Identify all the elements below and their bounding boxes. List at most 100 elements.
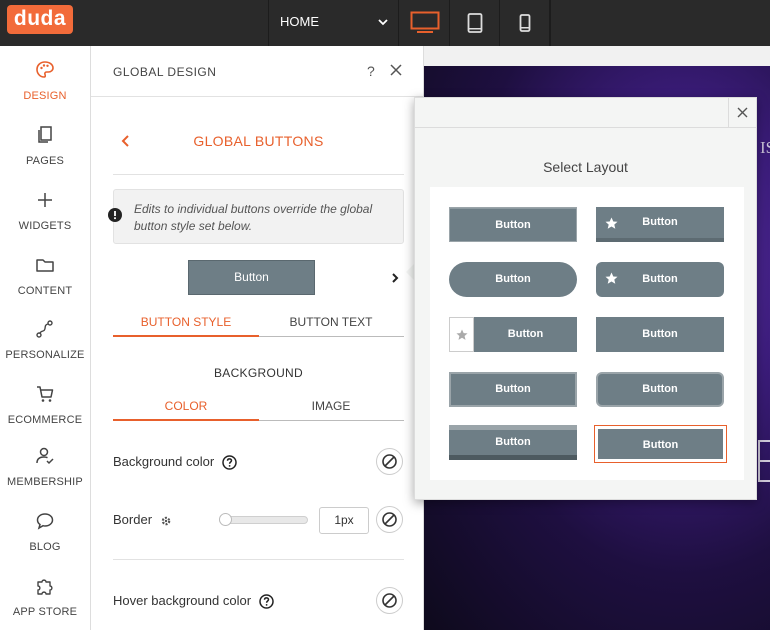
star-box [449,317,474,352]
panel-subheader: GLOBAL BUTTONS [113,98,404,175]
layout-option-label: Button [642,273,678,285]
nav-item-app-store[interactable]: APP STORE [0,570,90,630]
border-row: Border [113,512,172,527]
panel-title: GLOBAL DESIGN [113,65,217,79]
page-selector[interactable]: HOME [268,0,399,46]
hero-partial-text: IS [760,138,770,157]
close-icon[interactable] [390,64,402,76]
border-label: Border [113,512,153,527]
nav-item-design[interactable]: DESIGN [0,54,90,114]
global-design-panel: GLOBAL DESIGN ? GLOBAL BUTTONS Edits to … [91,46,424,630]
gear-icon[interactable] [160,515,172,527]
layout-option-label: Button [495,436,531,448]
device-tablet-button[interactable] [450,0,500,46]
layout-option-top-bottom-border[interactable]: Button [449,425,577,460]
no-color-icon [382,454,397,469]
nav-label-content: CONTENT [17,285,73,297]
nav-item-membership[interactable]: MEMBERSHIP [0,440,90,500]
personalize-icon [36,320,53,338]
nav-label-widgets: WIDGETS [18,220,72,232]
nav-label-blog: BLOG [29,541,61,553]
layout-option-label: Button [642,216,678,228]
background-color-row: Background color [113,454,237,470]
border-width-input[interactable]: 1px [319,507,369,534]
layout-option-flat[interactable]: Button [596,317,724,352]
divider [113,559,404,560]
layout-option-star-box[interactable]: Button [449,317,577,352]
tab-button-style[interactable]: BUTTON STYLE [113,311,259,337]
popover-close-button[interactable] [728,98,756,128]
border-slider-handle[interactable] [218,513,232,526]
border-reset-button[interactable] [376,506,403,533]
nav-item-personalize[interactable]: PERSONALIZE [0,313,90,373]
layout-option-label: Button [495,219,531,231]
nav-item-pages[interactable]: PAGES [0,119,90,179]
layout-option-flat-bevel[interactable]: Button [449,207,577,242]
no-color-icon [382,593,397,608]
plus-icon [38,193,52,207]
palette-icon [36,61,54,78]
nav-label-pages: PAGES [25,155,65,167]
popover-topbar [415,98,756,128]
desktop-icon [410,11,439,33]
pages-icon [38,126,52,143]
nav-item-ecommerce[interactable]: ECOMMERCE [0,378,90,438]
question-icon[interactable] [222,455,237,470]
page-selector-label: HOME [280,14,319,29]
help-button[interactable]: ? [367,63,375,79]
nav-label-design: DESIGN [23,90,67,102]
device-desktop-button[interactable] [400,0,450,46]
layout-option-label: Button [507,328,544,340]
layout-option-framed-selected[interactable]: Button [594,425,727,463]
tab-image[interactable]: IMAGE [258,395,404,421]
folder-icon [36,259,54,272]
close-icon [737,107,748,118]
border-slider-track[interactable] [219,516,308,524]
nav-item-blog[interactable]: BLOG [0,505,90,565]
nav-item-widgets[interactable]: WIDGETS [0,184,90,244]
nav-label-ecommerce: ECOMMERCE [7,414,83,426]
hover-background-reset-button[interactable] [376,587,403,614]
popover-title: Select Layout [543,159,628,175]
layout-option-label: Button [642,328,678,340]
layout-option-label: Button [642,439,679,451]
panel-header: GLOBAL DESIGN ? [91,46,424,97]
layout-grid: Button Button Button Button Button Butto… [430,187,744,480]
device-mobile-button[interactable] [500,0,550,46]
chevron-right-icon[interactable] [391,272,399,284]
no-color-icon [382,512,397,527]
layout-option-label: Button [642,383,678,395]
star-icon [456,329,468,340]
duda-logo[interactable]: duda [7,5,73,34]
tab-button-text[interactable]: BUTTON TEXT [258,311,404,337]
hover-background-row: Hover background color [113,593,274,609]
panel-subtitle: GLOBAL BUTTONS [193,133,324,149]
layout-option-outlined[interactable]: Button [449,372,577,407]
layout-option-star-bottom-border[interactable]: Button [596,207,724,242]
mobile-icon [519,14,530,32]
tab-color[interactable]: COLOR [113,395,259,421]
button-preview[interactable]: Button [188,260,315,295]
override-notice: Edits to individual buttons override the… [108,189,404,244]
style-tabs: BUTTON STYLE BUTTON TEXT [113,311,404,337]
puzzle-icon [37,579,53,595]
top-bar-spacer [550,0,770,46]
hover-background-label: Hover background color [113,593,252,608]
select-layout-popover: Select Layout Button Button Button Butto… [414,97,757,500]
layout-option-pill[interactable]: Button [449,262,577,297]
question-icon[interactable] [258,594,274,609]
notice-text: Edits to individual buttons override the… [134,202,373,233]
background-color-label: Background color [113,454,215,469]
layout-option-label: Button [495,383,531,395]
layout-option-star-rounded[interactable]: Button [596,262,724,297]
nav-item-content[interactable]: CONTENT [0,249,90,309]
tablet-icon [467,13,482,33]
cart-icon [37,386,54,402]
background-color-reset-button[interactable] [376,448,403,475]
layout-option-outlined-rounded[interactable]: Button [596,372,724,407]
nav-label-membership: MEMBERSHIP [7,476,83,488]
membership-icon [36,447,54,465]
chat-bubble-icon [36,513,54,530]
hero-frame-divider [760,460,770,462]
nav-label-personalize: PERSONALIZE [5,349,85,361]
